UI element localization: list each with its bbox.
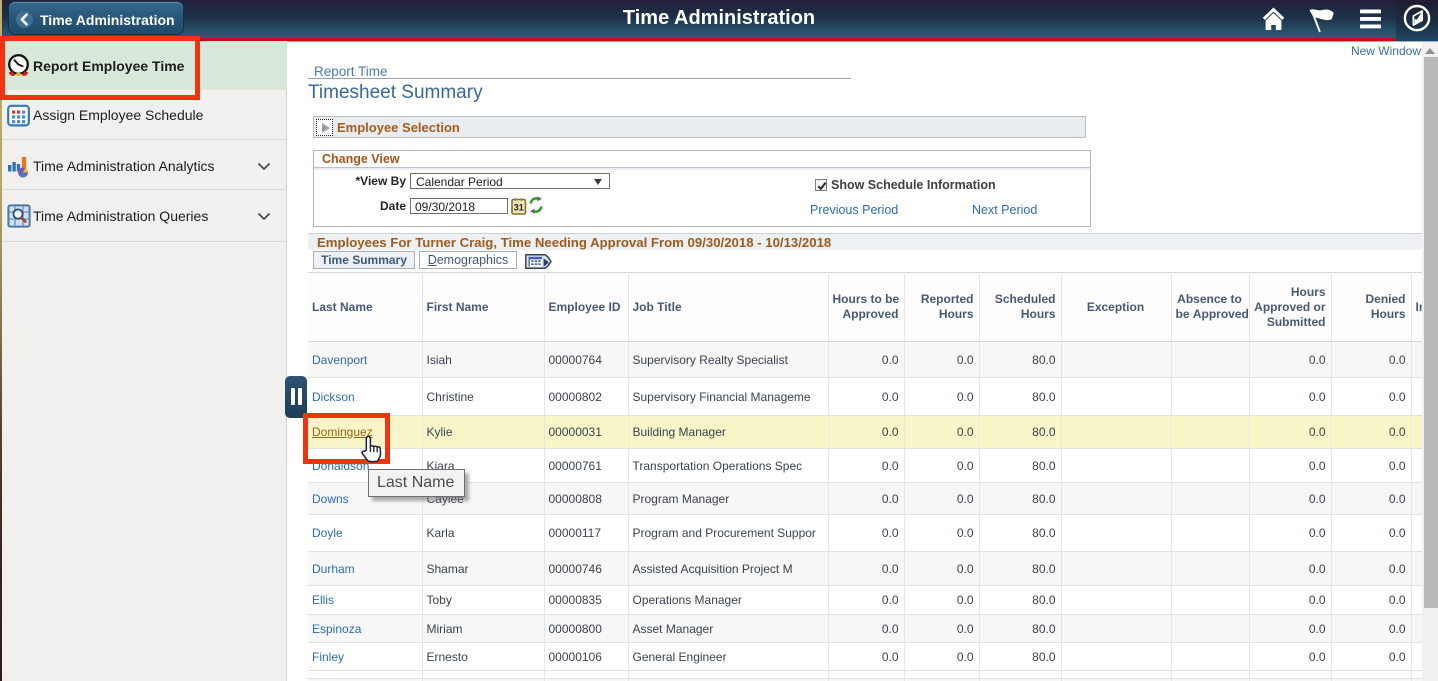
svg-text:31: 31 <box>514 203 524 213</box>
